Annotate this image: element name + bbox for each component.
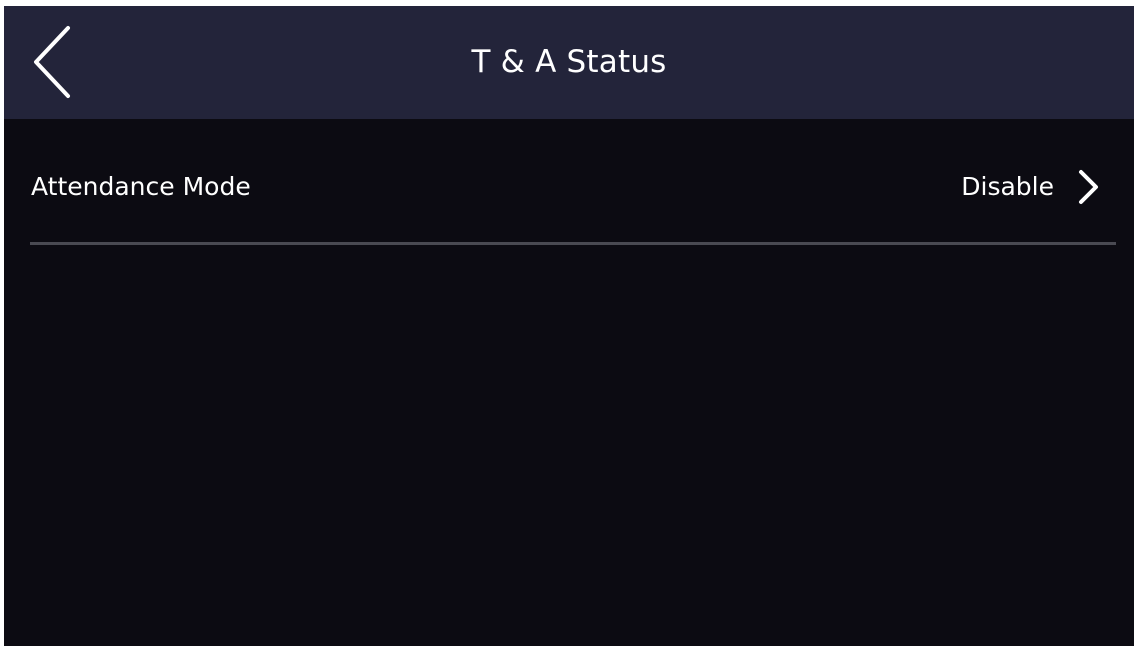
chevron-right-icon — [1075, 169, 1101, 205]
settings-screen: T & A Status Attendance Mode Disable — [4, 6, 1134, 646]
attendance-mode-row[interactable]: Attendance Mode Disable — [4, 154, 1134, 220]
row-divider — [30, 242, 1116, 245]
header-bar: T & A Status — [4, 6, 1134, 119]
attendance-mode-label: Attendance Mode — [31, 172, 251, 201]
attendance-mode-value: Disable — [961, 172, 1054, 201]
page-title: T & A Status — [471, 44, 667, 80]
